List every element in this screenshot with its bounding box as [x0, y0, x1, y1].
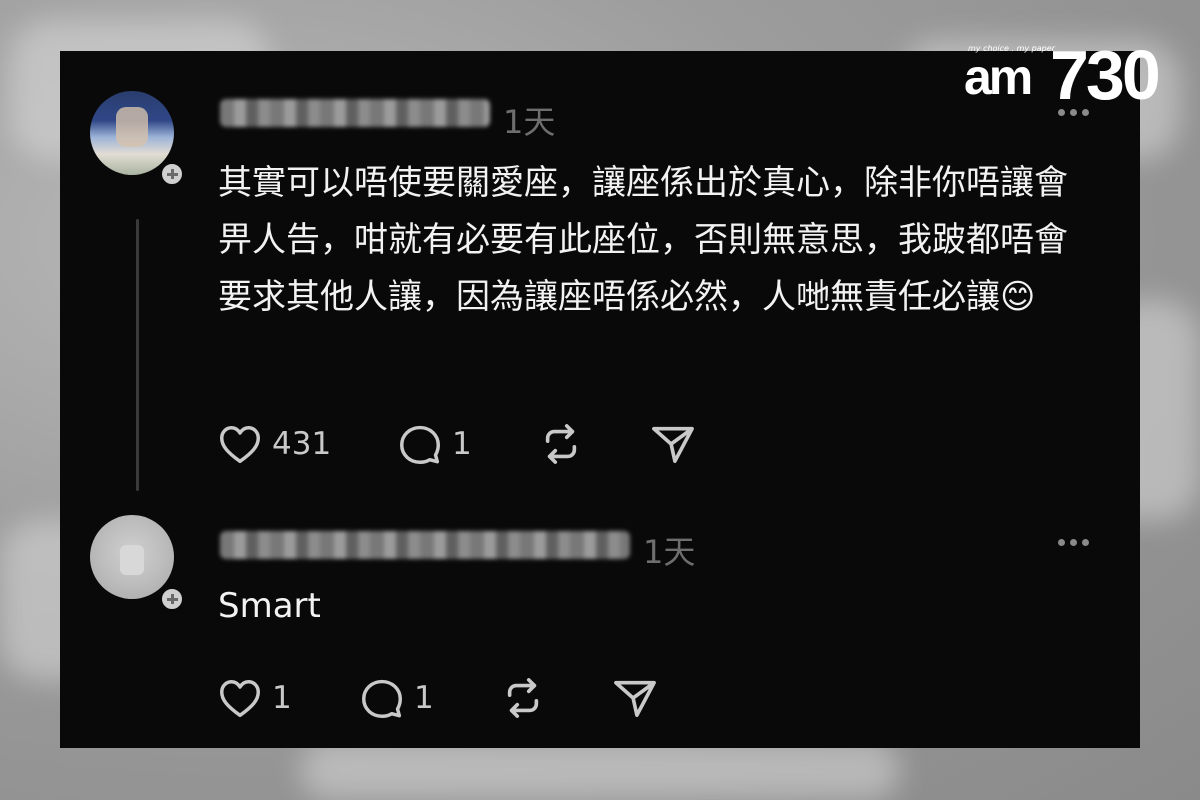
heart-icon	[220, 426, 260, 464]
timestamp: 1天	[503, 103, 556, 141]
heart-icon	[220, 680, 260, 718]
logo-730: 730	[1050, 36, 1161, 114]
share-button[interactable]	[612, 677, 658, 719]
avatar[interactable]	[90, 91, 174, 175]
repost-icon	[507, 678, 539, 718]
repost-icon	[545, 424, 577, 464]
like-button[interactable]: 431	[218, 423, 331, 465]
like-button[interactable]: 1	[218, 677, 292, 719]
repost-button[interactable]	[500, 677, 546, 719]
send-icon	[652, 426, 694, 463]
comment-text: Smart	[218, 586, 321, 626]
send-icon	[614, 680, 656, 717]
share-button[interactable]	[650, 423, 696, 465]
timestamp: 1天	[643, 533, 696, 571]
follow-plus-icon[interactable]	[158, 585, 186, 613]
like-count: 1	[272, 680, 292, 716]
comment-icon	[400, 425, 440, 464]
repost-button[interactable]	[538, 423, 584, 465]
comment-icon	[362, 679, 402, 718]
avatar[interactable]	[90, 515, 174, 599]
username-blurred[interactable]	[220, 99, 490, 127]
more-icon[interactable]	[1058, 539, 1089, 546]
username-blurred[interactable]	[220, 531, 630, 559]
reply-count: 1	[414, 680, 434, 716]
logo-am: am	[964, 49, 1033, 105]
like-count: 431	[272, 426, 332, 462]
thread-line	[136, 219, 139, 491]
reply-button[interactable]: 1	[398, 423, 472, 465]
screenshot-card: 1天 其實可以唔使要關愛座，讓座係出於真心，除非你唔讓會畀人告，咁就有必要有此座…	[60, 51, 1140, 748]
reply-count: 1	[452, 426, 472, 462]
comment-text: 其實可以唔使要關愛座，讓座係出於真心，除非你唔讓會畀人告，咁就有必要有此座位，否…	[218, 163, 1068, 317]
reply-button[interactable]: 1	[360, 677, 434, 719]
follow-plus-icon[interactable]	[158, 160, 186, 188]
am730-logo: my choice . my paper am 730	[958, 38, 1161, 112]
